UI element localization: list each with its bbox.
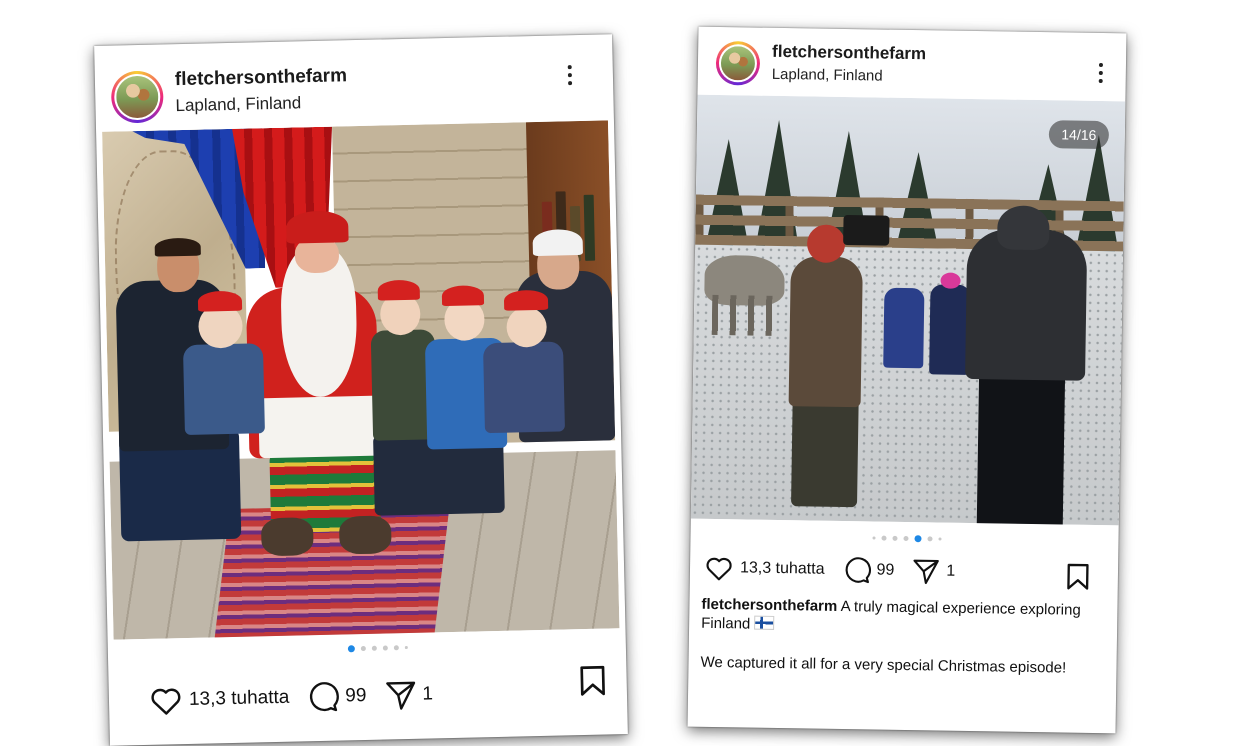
carousel-dot <box>938 537 942 541</box>
more-options-icon[interactable] <box>567 65 574 89</box>
carousel-dot <box>404 646 408 650</box>
instagram-post-1: fletchersonthefarm Lapland, Finland 13,3… <box>94 34 628 746</box>
comment-button[interactable]: 99 <box>842 556 894 585</box>
carousel-dots <box>872 534 942 543</box>
share-button[interactable]: 1 <box>384 679 433 710</box>
comment-count: 99 <box>876 561 895 579</box>
post-location[interactable]: Lapland, Finland <box>772 66 883 85</box>
share-count: 1 <box>946 562 956 580</box>
post-actions: 13,3 tuhatta 99 1 <box>704 554 974 586</box>
post-caption: fletchersonthefarm A truly magical exper… <box>700 595 1101 698</box>
carousel-dot <box>393 645 399 651</box>
like-button[interactable]: 13,3 tuhatta <box>149 683 290 716</box>
bookmark-icon[interactable] <box>1066 563 1090 591</box>
profile-avatar[interactable] <box>715 40 761 86</box>
post-header: fletchersonthefarm Lapland, Finland <box>94 34 614 134</box>
comment-button[interactable]: 99 <box>307 680 367 713</box>
share-icon <box>385 681 415 710</box>
bookmark-icon[interactable] <box>578 665 607 698</box>
carousel-dot <box>903 535 909 542</box>
carousel-counter-badge: 14/16 <box>1048 120 1110 150</box>
carousel-dot-active <box>347 645 355 653</box>
carousel-dot <box>360 645 366 652</box>
comment-icon <box>845 557 871 584</box>
comment-count: 99 <box>345 684 367 707</box>
carousel-dot <box>371 645 377 651</box>
comment-icon <box>310 682 340 712</box>
like-count: 13,3 tuhatta <box>188 686 290 710</box>
post-photo-reindeer[interactable]: 14/16 <box>690 94 1126 526</box>
carousel-dot <box>927 536 933 542</box>
post-header: fletchersonthefarm Lapland, Finland <box>697 27 1126 102</box>
carousel-dot <box>872 536 876 540</box>
caption-username[interactable]: fletchersonthefarm <box>701 596 837 615</box>
post-location[interactable]: Lapland, Finland <box>175 93 301 116</box>
heart-icon <box>706 557 732 581</box>
like-count: 13,3 tuhatta <box>739 559 825 578</box>
carousel-dot <box>382 645 388 651</box>
post-actions: 13,3 tuhatta 99 1 <box>149 678 452 717</box>
finland-flag-icon <box>754 615 775 630</box>
instagram-post-2: fletchersonthefarm Lapland, Finland 14/1… <box>687 26 1127 734</box>
share-button[interactable]: 1 <box>912 558 955 585</box>
caption-text-2: We captured it all for a very special Ch… <box>700 653 1067 677</box>
carousel-dot-active <box>914 535 922 543</box>
profile-avatar[interactable] <box>110 70 164 124</box>
more-options-icon[interactable] <box>1098 62 1104 87</box>
carousel-dots <box>347 644 408 653</box>
like-button[interactable]: 13,3 tuhatta <box>704 555 825 583</box>
heart-icon <box>151 688 181 715</box>
carousel-dot <box>881 535 887 541</box>
share-icon <box>913 559 940 585</box>
post-username[interactable]: fletchersonthefarm <box>772 42 926 64</box>
post-username[interactable]: fletchersonthefarm <box>175 65 348 91</box>
carousel-dot <box>892 535 898 541</box>
share-count: 1 <box>422 683 434 705</box>
post-photo-santa[interactable] <box>102 120 620 640</box>
